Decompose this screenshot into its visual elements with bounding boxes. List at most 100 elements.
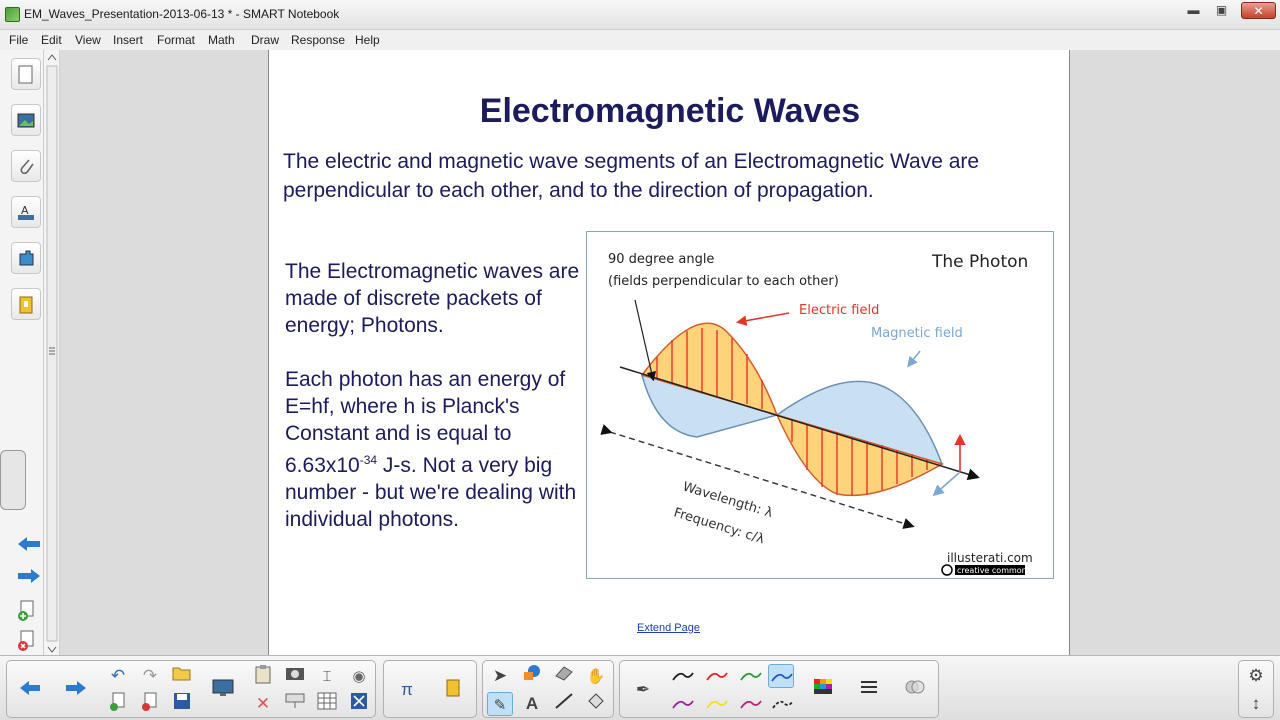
menu-math[interactable]: Math	[208, 33, 235, 47]
document-camera-button[interactable]: ⌶	[314, 664, 340, 688]
photon-diagram[interactable]: 90 degree angle (fields perpendicular to…	[586, 231, 1054, 579]
gallery-tab[interactable]	[11, 104, 41, 136]
arrow-left-icon	[18, 537, 40, 551]
blue-pen[interactable]	[768, 664, 794, 688]
camera-icon	[286, 668, 304, 680]
close-button[interactable]: ✕	[1241, 2, 1276, 19]
toolbar-group-settings: ⚙ ↕	[1238, 660, 1274, 718]
page-sorter-tab[interactable]	[11, 58, 41, 90]
toolbar-group-addons: π	[383, 660, 477, 718]
menu-draw[interactable]: Draw	[251, 33, 279, 47]
previous-page-button[interactable]	[17, 678, 43, 702]
smart-notebook-app-icon	[5, 7, 20, 22]
document-camera-icon: ⌶	[322, 668, 332, 685]
pen-type-button[interactable]: ✒	[630, 678, 656, 702]
magenta-pen[interactable]	[738, 692, 764, 716]
menu-help[interactable]: Help	[355, 33, 380, 47]
screen-shade-button[interactable]	[282, 692, 308, 716]
display-screen-button[interactable]	[210, 678, 236, 702]
dashed-stroke-icon	[772, 700, 794, 709]
pi-icon: π	[401, 680, 413, 699]
title-bar: EM_Waves_Presentation-2013-06-13 * - SMA…	[0, 0, 1280, 30]
menu-response[interactable]: Response	[291, 33, 345, 47]
math-tools-button[interactable]: π	[394, 678, 420, 702]
add-page-button[interactable]	[105, 692, 131, 716]
blue-stroke-icon	[771, 673, 793, 682]
add-page-icon	[18, 600, 34, 621]
menu-insert[interactable]: Insert	[113, 33, 143, 47]
next-page-side-button[interactable]	[11, 560, 41, 592]
dashed-pen[interactable]	[770, 692, 796, 716]
angle-pointer-arrow	[634, 299, 657, 382]
lesson-activity-button[interactable]	[440, 678, 466, 702]
delete-page-side-button[interactable]	[11, 624, 41, 656]
delete-page-icon	[18, 630, 34, 651]
transparency-button[interactable]	[902, 678, 928, 702]
line-style-button[interactable]	[856, 678, 882, 702]
line-tool-button[interactable]	[551, 692, 577, 716]
window-title: EM_Waves_Presentation-2013-06-13 * - SMA…	[24, 7, 340, 21]
paste-button[interactable]	[250, 664, 276, 688]
undo-button[interactable]: ↶	[105, 664, 131, 688]
addons-icon	[19, 250, 34, 266]
save-button[interactable]	[169, 692, 195, 716]
delete-page-icon	[142, 692, 157, 711]
next-page-button[interactable]	[63, 678, 89, 702]
arrow-right-icon	[18, 569, 40, 583]
delete-button[interactable]: ✕	[250, 692, 276, 716]
angle-label-line2: (fields perpendicular to each other)	[608, 274, 839, 289]
green-pen[interactable]	[738, 664, 764, 688]
menu-format[interactable]: Format	[157, 33, 195, 47]
hand-icon: ✋	[586, 668, 606, 685]
attachments-tab[interactable]	[11, 150, 41, 182]
menu-file[interactable]: File	[9, 33, 28, 47]
delete-page-button[interactable]	[137, 692, 163, 716]
addons-tab[interactable]	[11, 242, 41, 274]
black-pen[interactable]	[670, 664, 696, 688]
red-pen[interactable]	[704, 664, 730, 688]
toolbar-settings-button[interactable]: ⚙	[1243, 664, 1269, 688]
properties-tab[interactable]: A	[11, 196, 41, 228]
redo-button[interactable]: ↷	[137, 664, 163, 688]
screen-capture-button[interactable]	[282, 664, 308, 688]
shapes-tool-button[interactable]	[519, 664, 545, 688]
minimize-button[interactable]: ▬	[1180, 2, 1207, 19]
magic-pen-button[interactable]: ✋	[583, 664, 609, 688]
green-stroke-icon	[740, 672, 762, 681]
fullscreen-button[interactable]	[346, 692, 372, 716]
arrow-left-icon	[20, 681, 40, 695]
purple-pen[interactable]	[670, 692, 696, 716]
insert-table-button[interactable]	[314, 692, 340, 716]
eraser-tool-button[interactable]	[551, 664, 577, 688]
attachments-icon	[20, 159, 34, 175]
toolbar-move-button[interactable]: ↕	[1243, 692, 1269, 716]
yellow-pen[interactable]	[704, 692, 730, 716]
red-stroke-icon	[706, 672, 728, 681]
sidebar-resize-handle[interactable]	[0, 450, 26, 510]
magnetic-field-label: Magnetic field	[871, 326, 963, 341]
planck-exponent: -34	[359, 453, 378, 467]
gear-icon: ⚙	[1248, 666, 1264, 685]
pens-tool-button[interactable]: ✎	[487, 692, 513, 716]
lesson-activity-tab[interactable]	[11, 288, 41, 320]
notebook-page[interactable]: Electromagnetic Waves The electric and m…	[268, 50, 1070, 655]
select-tool-button[interactable]: ➤	[487, 664, 513, 688]
fill-tool-button[interactable]	[583, 692, 609, 716]
maximize-button[interactable]: ▣	[1208, 2, 1235, 19]
menu-bar: File Edit View Insert Format Math Draw R…	[0, 30, 1280, 50]
previous-page-side-button[interactable]	[11, 528, 41, 560]
add-page-side-button[interactable]	[11, 594, 41, 626]
properties-icon: A	[18, 204, 34, 220]
text-tool-button[interactable]: A	[519, 692, 545, 716]
open-file-button[interactable]	[169, 664, 195, 688]
menu-view[interactable]: View	[75, 33, 101, 47]
toolbar-group-navigation: ↶ ↷ ⌶ ◉ ✕	[6, 660, 376, 718]
undo-icon: ↶	[110, 666, 126, 685]
activity-builder-button[interactable]: ◉	[346, 664, 372, 688]
menu-edit[interactable]: Edit	[41, 33, 62, 47]
add-page-icon	[110, 692, 125, 711]
extend-page-link[interactable]: Extend Page	[637, 622, 700, 634]
vertical-scrollbar[interactable]	[44, 50, 60, 655]
color-palette-button[interactable]	[810, 678, 836, 702]
magenta-stroke-icon	[740, 700, 762, 709]
